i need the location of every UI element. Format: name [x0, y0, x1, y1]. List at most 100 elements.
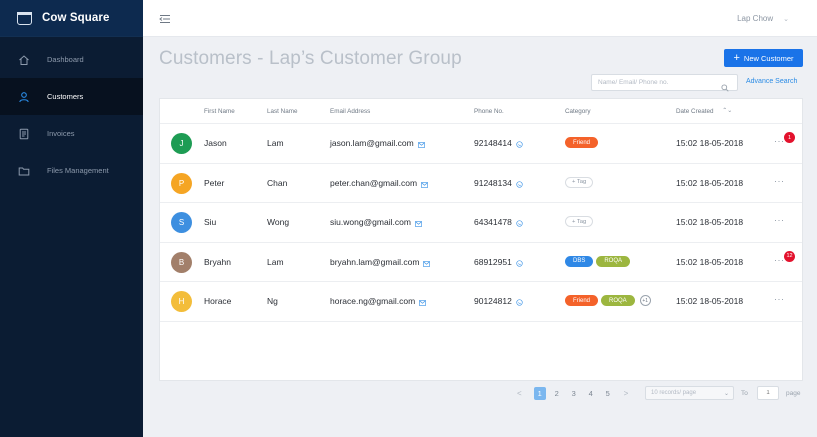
category-cell: + Tag	[565, 176, 594, 188]
to-label: To	[741, 390, 748, 397]
advance-search-link[interactable]: Advance Search	[746, 78, 797, 85]
user-menu[interactable]: Lap Chow ⌄	[737, 14, 789, 23]
category-tag[interactable]: DBS	[565, 255, 594, 267]
phone-text: 92148414	[474, 138, 512, 148]
more-actions-icon[interactable]: ···	[774, 215, 785, 225]
phone-cell: 92148414	[474, 138, 523, 148]
header-last-name[interactable]: Last Name	[267, 108, 297, 115]
email-text[interactable]: peter.chan@gmail.com	[330, 178, 417, 188]
header-first-name[interactable]: First Name	[204, 108, 235, 115]
table-row[interactable]: S Siu Wong siu.wong@gmail.com 64341478 + Tag 1…	[160, 202, 802, 242]
sidebar-item-files-management[interactable]: Files Management	[0, 152, 143, 189]
prev-page-icon[interactable]: <	[517, 389, 522, 398]
last-name-cell: Chan	[267, 177, 288, 188]
date-created-cell: 15:02 18-05-2018	[676, 217, 744, 227]
category-tag[interactable]: ROQA	[596, 255, 631, 267]
more-actions-icon[interactable]: ···	[774, 294, 785, 304]
user-icon	[18, 91, 30, 103]
category-tag[interactable]: Friend	[565, 137, 599, 148]
email-text[interactable]: siu.wong@gmail.com	[330, 217, 411, 227]
more-actions-icon[interactable]: ···	[774, 136, 785, 146]
category-tag[interactable]: ROQA	[601, 295, 635, 306]
mail-icon[interactable]	[417, 140, 425, 149]
sidebar-item-customers[interactable]: Customers	[0, 78, 143, 115]
email-cell: bryahn.lam@gmail.com	[330, 257, 431, 267]
new-customer-label: New Customer	[743, 53, 794, 63]
mail-icon[interactable]	[415, 219, 422, 228]
more-actions-icon[interactable]: ···	[774, 176, 785, 186]
sidebar-item-label: Files Management	[47, 166, 109, 175]
menu-collapse-icon[interactable]	[159, 12, 171, 24]
page-number-input[interactable]	[757, 386, 779, 400]
page-title: Customers - Lap’s Customer Group	[159, 48, 462, 69]
add-tag-button[interactable]: + Tag	[565, 216, 594, 227]
brand-name: Cow Square	[42, 12, 110, 24]
avatar: H	[171, 291, 192, 312]
notification-badge: 12	[784, 250, 795, 262]
page-4-button[interactable]: 4	[585, 387, 597, 400]
whatsapp-icon[interactable]	[516, 219, 523, 227]
last-name-cell: Lam	[267, 138, 284, 148]
header-category[interactable]: Category	[565, 108, 591, 115]
new-customer-button[interactable]: + New Customer	[724, 49, 803, 67]
email-text[interactable]: jason.lam@gmail.com	[330, 138, 414, 148]
header-phone[interactable]: Phone No.	[474, 108, 504, 115]
table-row[interactable]: J Jason Lam jason.lam@gmail.com 92148414 Frie…	[160, 123, 802, 163]
mail-icon[interactable]	[421, 180, 428, 188]
page-1-button[interactable]: 1	[533, 387, 546, 400]
sidebar-item-invoices[interactable]: Invoices	[0, 115, 143, 152]
next-page-icon[interactable]: >	[624, 389, 629, 398]
more-actions-icon[interactable]: ···	[774, 255, 785, 265]
phone-text: 64341478	[474, 217, 512, 227]
more-tags-badge[interactable]: +1	[639, 295, 651, 306]
category-cell: + Tag	[565, 216, 594, 227]
phone-cell: 91248134	[474, 178, 523, 188]
whatsapp-icon[interactable]	[516, 140, 523, 148]
search-input[interactable]	[592, 75, 717, 90]
brand[interactable]: Cow Square	[0, 0, 143, 37]
sidebar-nav: Dashboard Customers Invoices Files Manag…	[0, 37, 143, 189]
whatsapp-icon[interactable]	[516, 259, 523, 267]
table-row[interactable]: H Horace Ng horace.ng@gmail.com 90124812 Frie…	[160, 281, 802, 321]
email-text[interactable]: horace.ng@gmail.com	[330, 296, 415, 306]
email-cell: peter.chan@gmail.com	[330, 178, 428, 188]
email-cell: siu.wong@gmail.com	[330, 217, 422, 228]
add-tag-button[interactable]: + Tag	[565, 176, 594, 188]
header-date-created-label: Date Created	[676, 108, 714, 115]
whatsapp-icon[interactable]	[516, 180, 523, 188]
phone-text: 90124812	[474, 296, 512, 306]
page-5-button[interactable]: 5	[602, 387, 614, 400]
header-email[interactable]: Email Address	[330, 108, 370, 115]
category-cell: Friend	[565, 137, 599, 148]
sort-icon[interactable]: ⌃⌄	[722, 108, 732, 114]
last-name-cell: Lam	[267, 256, 284, 267]
avatar: B	[171, 251, 192, 273]
records-per-page-value: 10 records/ page	[651, 390, 697, 396]
mail-icon[interactable]	[423, 259, 431, 267]
mail-icon[interactable]	[419, 298, 427, 307]
page-2-button[interactable]: 2	[551, 387, 563, 400]
page-3-button[interactable]: 3	[568, 387, 580, 400]
table-row[interactable]: B Bryahn Lam bryahn.lam@gmail.com 68912951 DB…	[160, 241, 802, 282]
table-row[interactable]: P Peter Chan peter.chan@gmail.com 91248134 + …	[160, 162, 802, 203]
pagination: < 1 2 3 4 5 >	[517, 386, 628, 401]
category-tag[interactable]: Friend	[565, 295, 599, 306]
first-name-cell: Jason	[204, 138, 227, 148]
folder-icon	[18, 165, 30, 177]
header-date-created[interactable]: Date Created ⌃⌄	[676, 108, 732, 115]
phone-cell: 68912951	[474, 257, 523, 267]
sidebar: Cow Square Dashboard Customers Invoices …	[0, 0, 143, 437]
sidebar-item-label: Customers	[47, 92, 84, 101]
last-name-cell: Wong	[267, 217, 290, 227]
search-icon[interactable]	[721, 79, 729, 92]
notification-badge: 1	[784, 132, 795, 143]
date-created-cell: 15:02 18-05-2018	[676, 138, 744, 148]
whatsapp-icon[interactable]	[516, 298, 523, 306]
cow-square-logo-icon	[17, 11, 32, 25]
phone-cell: 64341478	[474, 217, 523, 227]
sidebar-item-dashboard[interactable]: Dashboard	[0, 41, 143, 78]
first-name-cell: Siu	[204, 217, 217, 227]
records-per-page-select[interactable]: 10 records/ page ⌄	[645, 386, 734, 400]
user-name: Lap Chow	[737, 14, 774, 23]
email-text[interactable]: bryahn.lam@gmail.com	[330, 257, 419, 267]
